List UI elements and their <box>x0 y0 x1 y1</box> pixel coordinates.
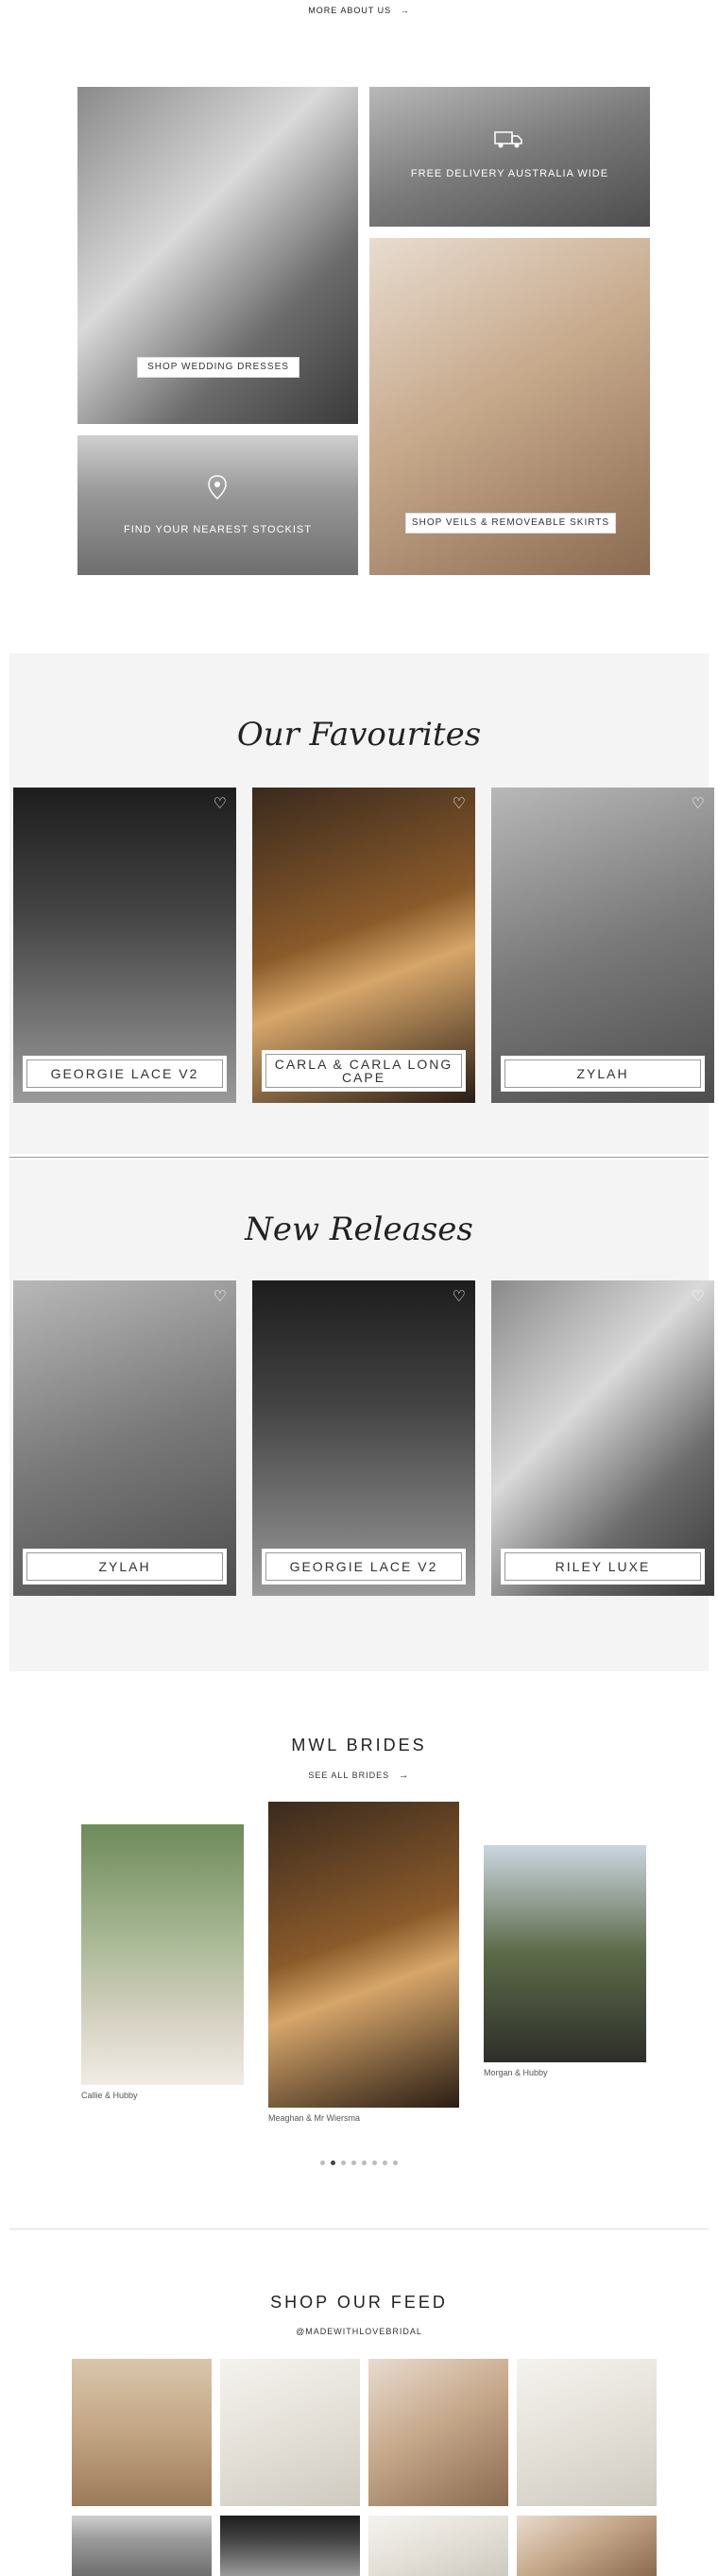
feed-photo[interactable] <box>72 2359 212 2506</box>
product-card[interactable]: ♡ GEORGIE LACE V2 <box>252 1280 475 1596</box>
heart-icon[interactable]: ♡ <box>453 1290 466 1305</box>
product-label: ZYLAH <box>23 1549 227 1585</box>
carousel-dots <box>0 2153 718 2170</box>
bride-photo[interactable] <box>268 1802 459 2108</box>
carousel-dot[interactable] <box>331 2161 335 2165</box>
feed-photo[interactable] <box>368 2516 508 2576</box>
carousel-dot[interactable] <box>320 2161 325 2165</box>
promo-veils[interactable]: SHOP VEILS & REMOVEABLE SKIRTS <box>369 238 650 575</box>
truck-icon <box>494 130 522 149</box>
bride-caption: Meaghan & Mr Wiersma <box>268 2113 361 2123</box>
feed-title: SHOP OUR FEED <box>270 2293 448 2312</box>
more-about-label: MORE ABOUT US <box>308 6 392 15</box>
see-all-label: SEE ALL BRIDES <box>308 1771 390 1780</box>
heart-icon[interactable]: ♡ <box>214 797 227 812</box>
product-label: CARLA & CARLA LONG CAPE <box>262 1050 466 1092</box>
feed-photo[interactable] <box>517 2516 657 2576</box>
bride-caption: Callie & Hubby <box>81 2091 138 2100</box>
heart-icon[interactable]: ♡ <box>692 797 705 812</box>
shop-dresses-button[interactable]: SHOP WEDDING DRESSES <box>137 357 299 378</box>
product-label: GEORGIE LACE V2 <box>23 1056 227 1092</box>
more-about-link[interactable]: MORE ABOUT US → <box>0 6 718 15</box>
delivery-text: FREE DELIVERY AUSTRALIA WIDE <box>410 168 609 179</box>
carousel-dot[interactable] <box>362 2161 367 2165</box>
carousel-dot[interactable] <box>341 2161 346 2165</box>
bride-photo[interactable] <box>81 1824 244 2085</box>
carousel-dot[interactable] <box>351 2161 356 2165</box>
product-label: ZYLAH <box>501 1056 705 1092</box>
releases-title: New Releases <box>245 1211 473 1248</box>
location-pin-icon <box>208 475 227 500</box>
section-divider <box>9 1157 709 1158</box>
carousel-dot[interactable] <box>393 2161 398 2165</box>
heart-icon[interactable]: ♡ <box>214 1290 227 1305</box>
product-card[interactable]: ♡ RILEY LUXE <box>491 1280 714 1596</box>
product-card[interactable]: ♡ ZYLAH <box>13 1280 236 1596</box>
shop-veils-button[interactable]: SHOP VEILS & REMOVEABLE SKIRTS <box>405 513 616 534</box>
bride-caption: Morgan & Hubby <box>484 2068 548 2077</box>
arrow-right-icon: → <box>400 6 410 15</box>
heart-icon[interactable]: ♡ <box>453 797 466 812</box>
product-card[interactable]: ♡ ZYLAH <box>491 788 714 1103</box>
product-label: GEORGIE LACE V2 <box>262 1549 466 1585</box>
carousel-dot[interactable] <box>372 2161 377 2165</box>
feed-photo[interactable] <box>220 2359 360 2506</box>
product-card[interactable]: ♡ GEORGIE LACE V2 <box>13 788 236 1103</box>
product-label: RILEY LUXE <box>501 1549 705 1585</box>
see-all-brides-link[interactable]: SEE ALL BRIDES → <box>0 1770 718 1781</box>
stockist-text: FIND YOUR NEAREST STOCKIST <box>124 524 312 535</box>
promo-shop-dresses[interactable]: SHOP WEDDING DRESSES <box>77 87 358 424</box>
feed-photo[interactable] <box>368 2359 508 2506</box>
feed-photo[interactable] <box>72 2516 212 2576</box>
heart-icon[interactable]: ♡ <box>692 1290 705 1305</box>
product-card[interactable]: ♡ CARLA & CARLA LONG CAPE <box>252 788 475 1103</box>
feed-photo[interactable] <box>220 2516 360 2576</box>
promo-stockist[interactable]: FIND YOUR NEAREST STOCKIST <box>77 435 358 575</box>
arrow-right-icon: → <box>398 1770 410 1781</box>
feed-photo[interactable] <box>517 2359 657 2506</box>
favourites-title: Our Favourites <box>236 716 482 754</box>
carousel-dot[interactable] <box>383 2161 387 2165</box>
feed-handle[interactable]: @MADEWITHLOVEBRIDAL <box>0 2327 718 2336</box>
brides-title: MWL BRIDES <box>291 1736 427 1754</box>
promo-delivery[interactable]: FREE DELIVERY AUSTRALIA WIDE <box>369 87 650 227</box>
bride-photo[interactable] <box>484 1845 646 2062</box>
